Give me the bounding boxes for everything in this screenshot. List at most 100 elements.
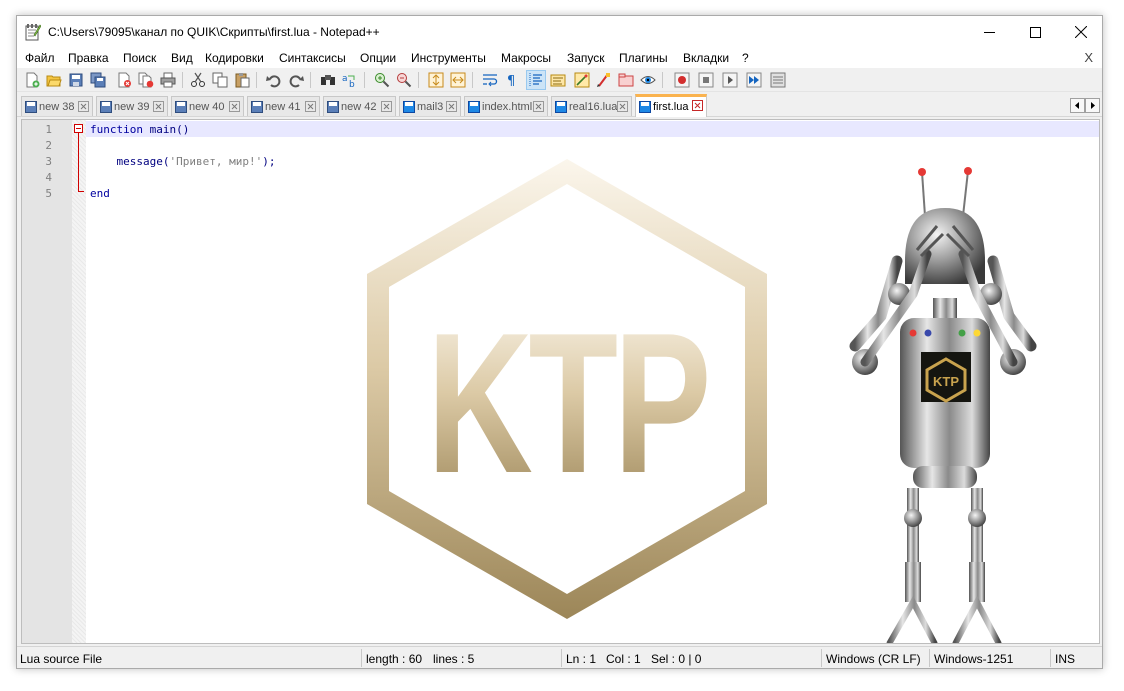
- close-icon: [1075, 26, 1087, 38]
- tab-label: index.html: [482, 100, 533, 113]
- minimize-button[interactable]: [966, 16, 1012, 48]
- menu-encoding[interactable]: Кодировки: [205, 51, 264, 65]
- sync-horizontal-button[interactable]: [449, 71, 467, 89]
- close-all-button[interactable]: [137, 71, 155, 89]
- notepadpp-window: C:\Users\79095\канал по QUIK\Скрипты\fir…: [16, 15, 1103, 669]
- tab-new-38[interactable]: new 38: [21, 96, 93, 116]
- tab-close-icon[interactable]: [692, 100, 703, 111]
- tab-new-42[interactable]: new 42: [323, 96, 396, 116]
- maximize-button[interactable]: [1012, 16, 1058, 48]
- folder-as-workspace-button[interactable]: [617, 71, 635, 89]
- menu-settings[interactable]: Опции: [360, 51, 396, 65]
- toolbar-separator: [256, 72, 257, 88]
- saved-file-icon: [468, 100, 480, 113]
- paste-button[interactable]: [233, 71, 251, 89]
- code-keyword: function: [90, 123, 143, 136]
- function-list-button[interactable]: [595, 71, 613, 89]
- saved-file-icon: [639, 101, 651, 113]
- tab-real16-lua[interactable]: real16.lua: [551, 96, 632, 116]
- replace-button[interactable]: ab: [341, 71, 359, 89]
- tab-close-icon[interactable]: [78, 101, 89, 112]
- new-file-button[interactable]: [23, 71, 41, 89]
- fold-margin[interactable]: [72, 120, 86, 643]
- save-button[interactable]: [67, 71, 85, 89]
- watermark-text: KTP: [427, 292, 707, 515]
- eye-icon: [640, 76, 656, 84]
- paste-icon: [235, 73, 250, 88]
- run-macro-multiple-button[interactable]: [745, 71, 763, 89]
- stop-icon: [698, 72, 714, 88]
- tab-close-icon[interactable]: [153, 101, 164, 112]
- line-number: 4: [45, 171, 52, 184]
- cut-button[interactable]: [189, 71, 207, 89]
- menu-search[interactable]: Поиск: [123, 51, 156, 65]
- stop-macro-button[interactable]: [697, 71, 715, 89]
- sync-vertical-icon: [428, 72, 444, 88]
- zoom-in-button[interactable]: [373, 71, 391, 89]
- menu-macro[interactable]: Макросы: [501, 51, 551, 65]
- define-language-button[interactable]: [549, 71, 567, 89]
- tab-label: new 38: [39, 100, 75, 113]
- find-icon: [321, 75, 335, 85]
- record-macro-button[interactable]: [673, 71, 691, 89]
- tab-close-icon[interactable]: [533, 101, 544, 112]
- tab-new-39[interactable]: new 39: [96, 96, 168, 116]
- menu-window[interactable]: Вкладки: [683, 51, 729, 65]
- folder-workspace-icon: [618, 73, 634, 87]
- menu-file[interactable]: Файл: [25, 51, 55, 65]
- play-icon: [722, 72, 738, 88]
- find-button[interactable]: [319, 71, 337, 89]
- line-number: 1: [45, 123, 52, 136]
- print-button[interactable]: [159, 71, 177, 89]
- undo-button[interactable]: [265, 71, 283, 89]
- tab-close-icon[interactable]: [381, 101, 392, 112]
- word-wrap-button[interactable]: [481, 71, 499, 89]
- document-map-button[interactable]: [573, 71, 591, 89]
- close-document-button[interactable]: X: [1084, 50, 1093, 65]
- svg-text:b: b: [349, 80, 355, 88]
- word-wrap-icon: [483, 74, 498, 87]
- tab-new-40[interactable]: new 40: [171, 96, 244, 116]
- menu-run[interactable]: Запуск: [567, 51, 605, 65]
- tab-index-html[interactable]: index.html: [464, 96, 548, 116]
- monitoring-button[interactable]: [639, 71, 657, 89]
- tab-close-icon[interactable]: [229, 101, 240, 112]
- save-all-button[interactable]: [89, 71, 107, 89]
- tab-bar: new 38 new 39 new 40 new 41 new 42 mail3: [17, 93, 1102, 117]
- fold-toggle-button[interactable]: [74, 124, 83, 133]
- open-file-button[interactable]: [45, 71, 63, 89]
- tab-first-lua[interactable]: first.lua: [635, 94, 707, 117]
- code-keyword: end: [90, 187, 110, 200]
- redo-button[interactable]: [287, 71, 305, 89]
- menu-edit[interactable]: Правка: [68, 51, 109, 65]
- tab-scroll-right-button[interactable]: [1085, 98, 1100, 113]
- tab-new-41[interactable]: new 41: [247, 96, 320, 116]
- copy-button[interactable]: [211, 71, 229, 89]
- play-macro-button[interactable]: [721, 71, 739, 89]
- tab-close-icon[interactable]: [446, 101, 457, 112]
- menu-view[interactable]: Вид: [171, 51, 193, 65]
- saved-file-icon: [403, 100, 415, 113]
- toolbar-separator: [364, 72, 365, 88]
- menu-language[interactable]: Синтаксисы: [279, 51, 346, 65]
- status-eol-format[interactable]: Windows (CR LF): [826, 652, 921, 666]
- saved-file-icon: [25, 100, 37, 113]
- tab-close-icon[interactable]: [617, 101, 628, 112]
- zoom-out-button[interactable]: [395, 71, 413, 89]
- tab-mail3[interactable]: mail3: [399, 96, 461, 116]
- save-macro-button[interactable]: [769, 71, 787, 89]
- status-insert-mode[interactable]: INS: [1055, 652, 1075, 666]
- close-window-button[interactable]: [1058, 16, 1102, 48]
- menu-tools[interactable]: Инструменты: [411, 51, 486, 65]
- print-icon: [160, 72, 176, 88]
- tab-scroll-left-button[interactable]: [1070, 98, 1085, 113]
- show-all-characters-button[interactable]: ¶: [503, 71, 521, 89]
- editor-area[interactable]: 1 2 3 4 5 KTP KTP function main() messag…: [21, 119, 1100, 644]
- indent-guide-button[interactable]: [526, 70, 546, 90]
- menu-help[interactable]: ?: [742, 51, 749, 65]
- close-file-button[interactable]: [115, 71, 133, 89]
- sync-vertical-button[interactable]: [427, 71, 445, 89]
- tab-close-icon[interactable]: [305, 101, 316, 112]
- menu-plugins[interactable]: Плагины: [619, 51, 668, 65]
- status-encoding[interactable]: Windows-1251: [934, 652, 1013, 666]
